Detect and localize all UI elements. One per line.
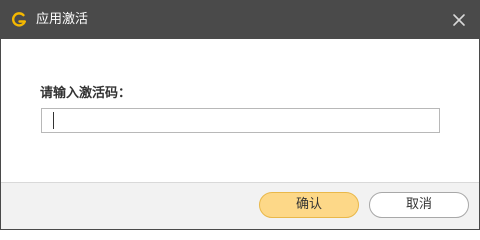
- close-icon[interactable]: [449, 10, 469, 30]
- title-bar: 应用激活: [1, 1, 479, 39]
- text-caret: [53, 112, 54, 129]
- confirm-button[interactable]: 确认: [259, 192, 359, 218]
- activation-dialog: 应用激活 请输入激活码： 确认 取消: [0, 0, 480, 230]
- activation-code-label: 请输入激活码：: [40, 86, 132, 101]
- activation-code-input[interactable]: [41, 108, 440, 133]
- window-title: 应用激活: [36, 12, 89, 27]
- cancel-button[interactable]: 取消: [369, 192, 469, 218]
- g-logo-icon: [12, 12, 26, 27]
